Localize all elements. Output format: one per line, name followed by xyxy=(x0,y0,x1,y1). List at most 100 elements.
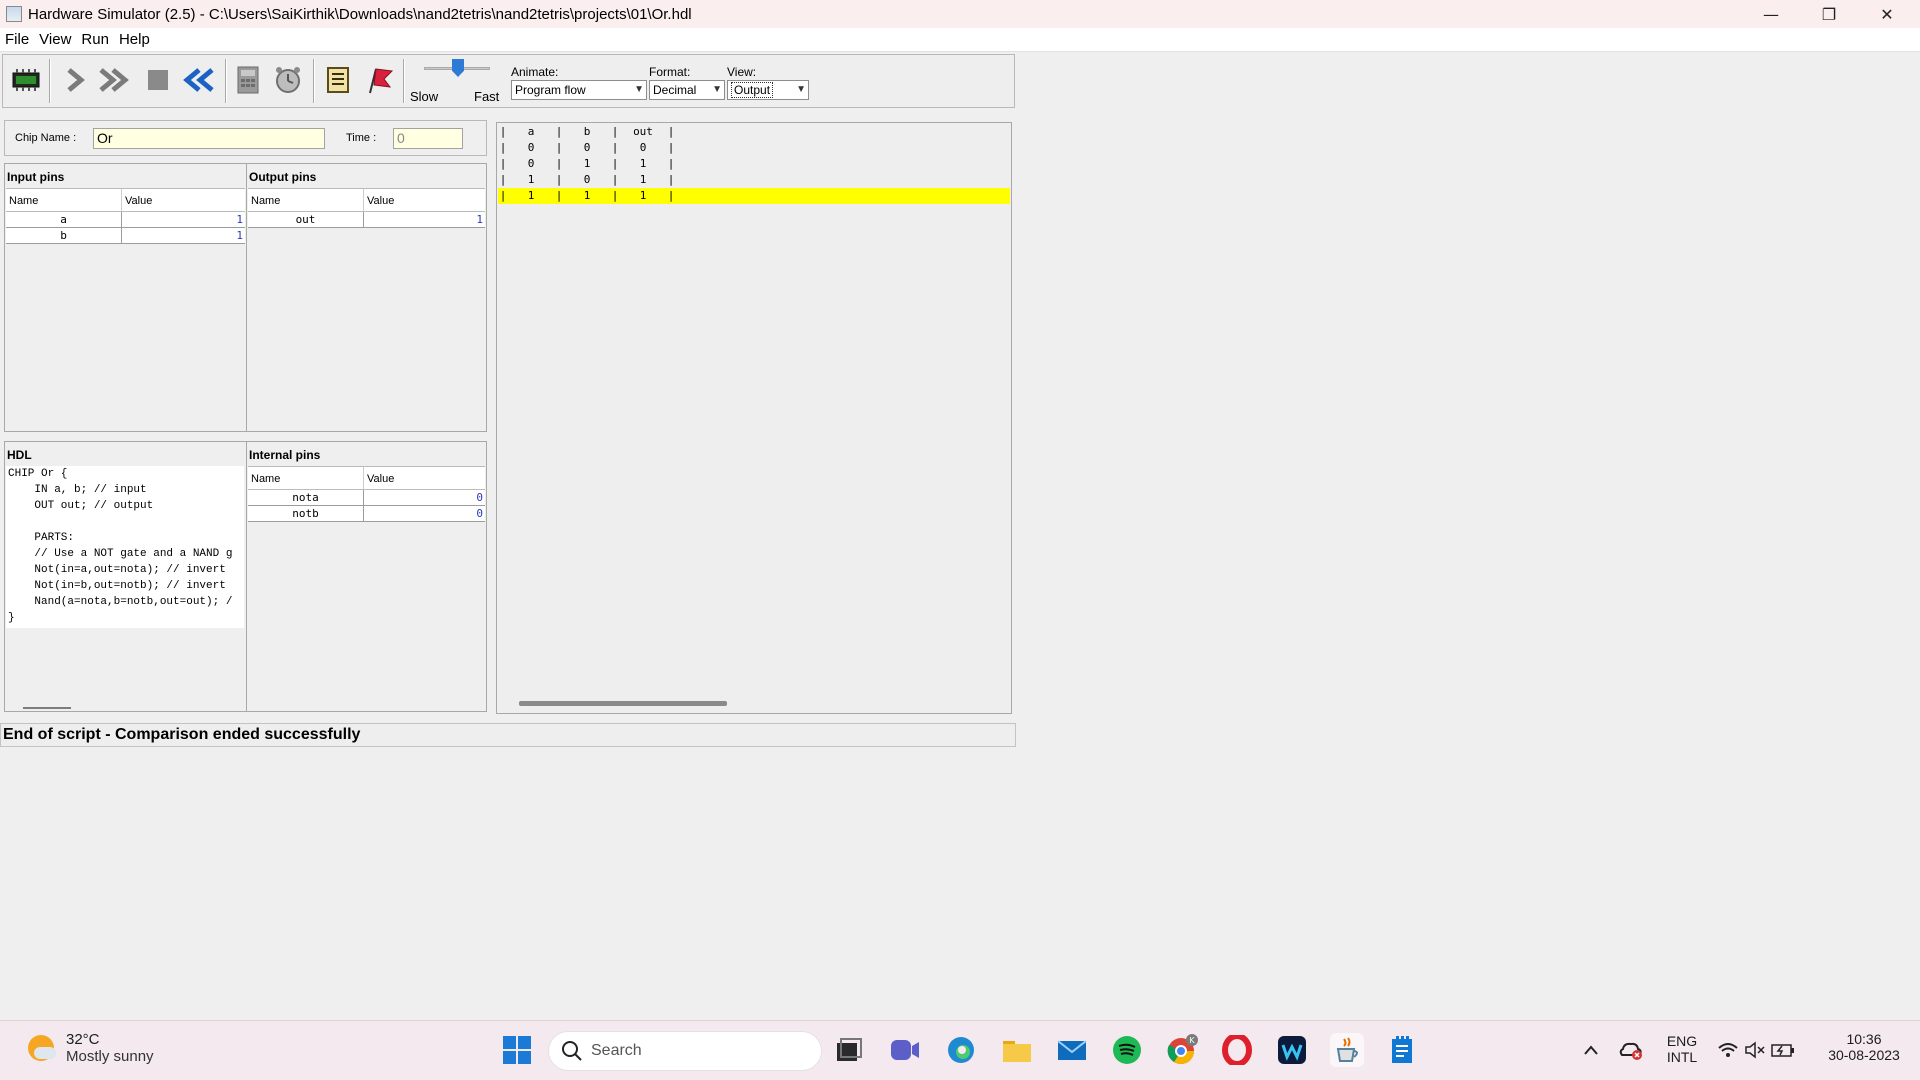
column-a: a xyxy=(527,125,535,138)
taskbar: 32°C Mostly sunny Search K ENG INTL 10:3… xyxy=(0,1020,1920,1080)
output-row: | 1 | 0 | 1 | xyxy=(499,173,675,186)
pin-value: 0 xyxy=(476,491,483,504)
onedrive-button[interactable] xyxy=(1614,1033,1648,1067)
notepad-button[interactable] xyxy=(1385,1033,1419,1067)
output-row: | 0 | 0 | 0 | xyxy=(499,141,675,154)
run-icon xyxy=(99,68,129,92)
speed-slider-thumb[interactable] xyxy=(452,59,464,77)
opera-button[interactable] xyxy=(1220,1033,1254,1067)
output-pins-title: Output pins xyxy=(249,170,317,184)
hdl-line: CHIP Or { xyxy=(8,468,68,480)
hdl-line: Not(in=a,out=nota); // invert xyxy=(8,564,226,576)
toolbar-separator xyxy=(49,59,51,103)
run-button[interactable] xyxy=(97,63,131,97)
chevron-down-icon: ▼ xyxy=(634,84,644,95)
table-row[interactable]: notb 0 xyxy=(248,506,485,522)
chrome-button[interactable]: K xyxy=(1165,1033,1199,1067)
folder-icon xyxy=(1003,1041,1031,1062)
output-horizontal-scrollbar[interactable] xyxy=(519,701,727,706)
format-select[interactable]: Decimal ▼ xyxy=(649,80,725,100)
mail-button[interactable] xyxy=(1055,1033,1089,1067)
chip-name-label: Chip Name : xyxy=(15,132,77,144)
teams-button[interactable] xyxy=(888,1033,922,1067)
spotify-button[interactable] xyxy=(1110,1033,1144,1067)
output-panel: | a | b | out | | 0 | 0 | 0 | | 0 | 1 | … xyxy=(496,122,1012,714)
java-app-button[interactable] xyxy=(1330,1033,1364,1067)
hdl-title: HDL xyxy=(7,448,32,462)
load-chip-button[interactable] xyxy=(9,63,43,97)
hdl-panel: HDL CHIP Or { IN a, b; // input OUT out;… xyxy=(4,441,247,712)
script-button[interactable] xyxy=(321,63,355,97)
clock-button[interactable] xyxy=(271,63,305,97)
table-row[interactable]: a 1 xyxy=(6,212,245,228)
weather-condition: Mostly sunny xyxy=(66,1048,154,1065)
format-label: Format: xyxy=(649,65,691,79)
column-b: b xyxy=(583,125,591,138)
mail-icon xyxy=(1057,1040,1087,1060)
table-header: Name Value xyxy=(248,188,485,212)
animate-select[interactable]: Program flow ▼ xyxy=(511,80,647,100)
hdl-horizontal-scrollbar[interactable] xyxy=(23,707,71,709)
language-indicator[interactable]: ENG INTL xyxy=(1660,1033,1704,1065)
pin-value: 0 xyxy=(476,507,483,520)
title-bar: Hardware Simulator (2.5) - C:\Users\SaiK… xyxy=(0,0,1920,28)
table-header: Name Value xyxy=(248,466,485,490)
hdl-line: // Use a NOT gate and a NAND g xyxy=(8,548,233,560)
webex-button[interactable] xyxy=(1275,1033,1309,1067)
hdl-line xyxy=(6,514,244,530)
script-icon xyxy=(327,67,349,93)
battery-charging-icon xyxy=(1771,1044,1794,1057)
pin-value[interactable]: 1 xyxy=(122,228,245,243)
reset-button[interactable] xyxy=(183,63,217,97)
weather-temperature: 32°C xyxy=(66,1031,100,1048)
pin-value[interactable]: 1 xyxy=(122,212,245,227)
maximize-button[interactable]: ❐ xyxy=(1800,0,1858,28)
chip-name-field[interactable]: Or xyxy=(93,128,325,149)
chip-name-bar: Chip Name : Or Time : 0 xyxy=(4,120,487,156)
column-name: Name xyxy=(6,189,122,211)
file-explorer-button[interactable] xyxy=(1000,1033,1034,1067)
menu-help[interactable]: Help xyxy=(119,31,150,48)
single-step-button[interactable] xyxy=(57,63,91,97)
menu-view[interactable]: View xyxy=(39,31,71,48)
breakpoint-button[interactable] xyxy=(361,63,395,97)
taskbar-search[interactable]: Search xyxy=(548,1031,822,1071)
battery-button[interactable] xyxy=(1766,1033,1800,1067)
internal-pins-title: Internal pins xyxy=(249,448,321,462)
time-label: Time : xyxy=(346,132,377,144)
breakpoint-icon xyxy=(369,68,394,94)
task-view-icon xyxy=(837,1038,862,1061)
windows-logo-icon xyxy=(503,1036,531,1064)
minimize-button[interactable]: — xyxy=(1742,0,1800,28)
weather-widget[interactable]: 32°C Mostly sunny xyxy=(28,1031,154,1065)
hdl-line: PARTS: xyxy=(8,532,75,544)
output-table[interactable]: | a | b | out | | 0 | 0 | 0 | | 0 | 1 | … xyxy=(498,124,1010,204)
toolbar-separator xyxy=(403,59,405,103)
stop-button[interactable] xyxy=(141,63,175,97)
table-row[interactable]: nota 0 xyxy=(248,490,485,506)
view-label: View: xyxy=(727,65,757,79)
load-chip-icon xyxy=(12,69,40,91)
table-row[interactable]: b 1 xyxy=(6,228,245,244)
hdl-code-view[interactable]: CHIP Or { IN a, b; // input OUT out; // … xyxy=(6,466,244,628)
show-hidden-icons-button[interactable] xyxy=(1574,1033,1608,1067)
eval-button[interactable] xyxy=(231,63,265,97)
internal-pins-panel: Internal pins Name Value nota 0 notb 0 xyxy=(246,441,487,712)
start-button[interactable] xyxy=(500,1033,534,1067)
task-view-button[interactable] xyxy=(832,1033,866,1067)
menu-run[interactable]: Run xyxy=(81,31,109,48)
cloud-error-icon xyxy=(1619,1042,1642,1060)
table-row[interactable]: out 1 xyxy=(248,212,485,228)
opera-icon xyxy=(1222,1035,1252,1065)
clock[interactable]: 10:36 30-08-2023 xyxy=(1812,1031,1916,1063)
edge-button[interactable] xyxy=(944,1033,978,1067)
hdl-line: Nand(a=nota,b=notb,out=out); / xyxy=(8,596,233,608)
weather-sun-cloud-icon xyxy=(28,1035,56,1061)
close-button[interactable]: ✕ xyxy=(1858,0,1916,28)
notepad-icon xyxy=(1392,1036,1412,1063)
chevron-down-icon: ▼ xyxy=(796,84,806,95)
toolbar: Slow Fast Animate: Program flow ▼ Format… xyxy=(2,54,1015,108)
input-pins-panel: Input pins Name Value a 1 b 1 xyxy=(4,163,247,432)
view-select[interactable]: Output ▼ xyxy=(727,80,809,100)
menu-file[interactable]: File xyxy=(5,31,29,48)
